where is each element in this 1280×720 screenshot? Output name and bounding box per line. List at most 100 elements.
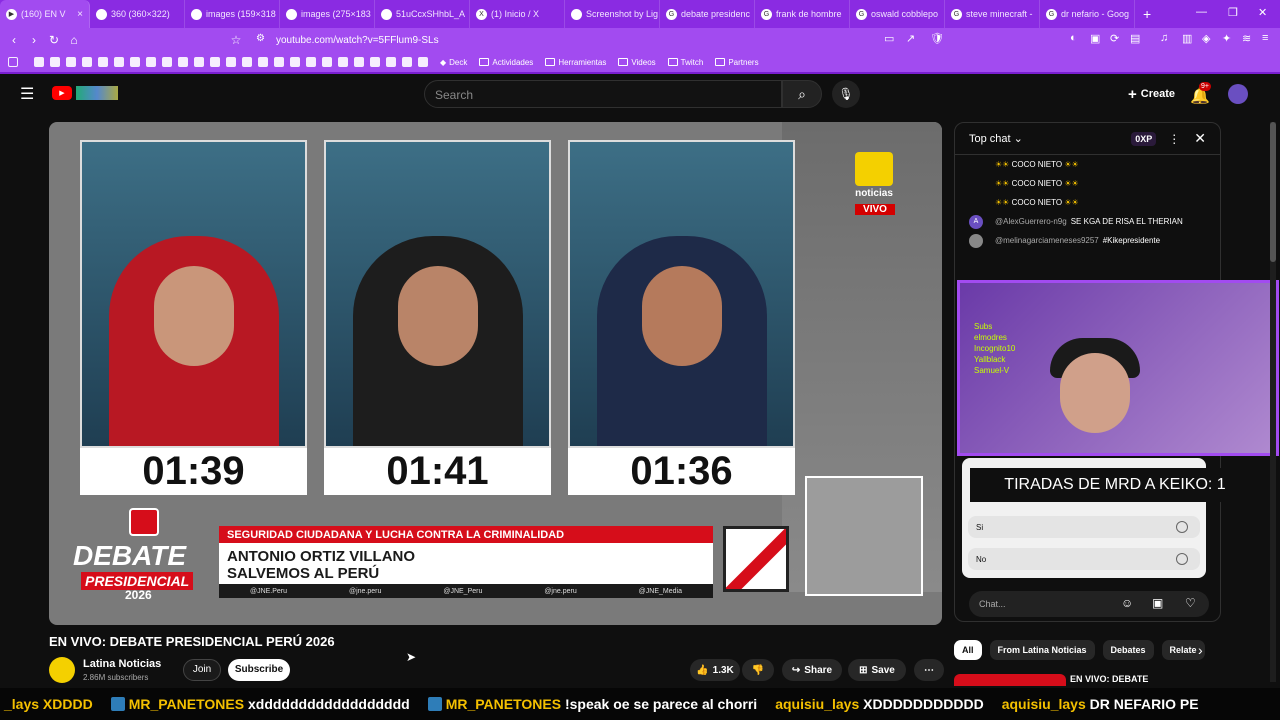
scrollbar-thumb[interactable] xyxy=(1270,122,1276,262)
chat-author[interactable]: @AlexGuerrero-n9g xyxy=(995,217,1067,226)
bookmark-icon[interactable] xyxy=(34,57,44,67)
browser-tab[interactable]: Gfrank de hombre xyxy=(755,0,850,28)
chat-mode-dropdown[interactable]: Top chat ⌄ xyxy=(969,132,1023,145)
extension-icon[interactable]: ≋ xyxy=(1242,32,1251,45)
bookmark-icon[interactable] xyxy=(242,57,252,67)
bookmark-icon[interactable] xyxy=(322,57,332,67)
create-button[interactable]: + Create xyxy=(1120,82,1183,106)
share-button[interactable]: ↪ Share xyxy=(782,659,842,681)
bookmark-icon[interactable] xyxy=(114,57,124,67)
close-window-icon[interactable]: ✕ xyxy=(1258,6,1267,19)
cast-icon[interactable]: ▭ xyxy=(884,32,894,45)
home-icon[interactable]: ⌂ xyxy=(64,33,84,47)
browser-tab[interactable]: 51uCcxSHhbL_A xyxy=(375,0,470,28)
browser-tab[interactable]: X (1) Inicio / X xyxy=(470,0,565,28)
site-info-icon[interactable]: ⚙ xyxy=(256,33,265,44)
bookmark-folder-twitch[interactable]: Twitch xyxy=(667,58,703,67)
bookmark-folder-actividades[interactable]: Actividades xyxy=(479,58,533,67)
bookmark-icon[interactable] xyxy=(354,57,364,67)
browser-tab[interactable]: 360 (360×322) xyxy=(90,0,185,28)
like-button[interactable]: 👍 1.3K xyxy=(690,659,740,681)
music-icon[interactable]: ♫ xyxy=(1160,32,1168,44)
tiktok-icon[interactable] xyxy=(50,57,60,67)
youtube-logo-icon[interactable]: ▶ xyxy=(52,86,72,100)
bookmark-icon[interactable] xyxy=(258,57,268,67)
instagram-icon[interactable] xyxy=(66,57,76,67)
youtube-icon[interactable] xyxy=(98,57,108,67)
save-button[interactable]: ⊞ Save xyxy=(848,659,906,681)
bookmark-deck[interactable]: ◆ Deck xyxy=(440,58,467,67)
chat-avatar[interactable]: A xyxy=(969,215,983,229)
extension-icon[interactable]: ▤ xyxy=(1130,32,1140,45)
chip-from-channel[interactable]: From Latina Noticias xyxy=(989,640,1095,660)
chip-all[interactable]: All xyxy=(954,640,982,660)
search-input[interactable]: Search xyxy=(424,80,782,108)
related-video-title[interactable]: EN VIVO: DEBATE xyxy=(1070,674,1148,684)
bookmark-icon[interactable] xyxy=(402,57,412,67)
close-icon[interactable]: ✕ xyxy=(1194,130,1206,147)
extension-icon[interactable]: ◈ xyxy=(1202,32,1210,45)
super-chat-icon[interactable]: ▣ xyxy=(1152,596,1163,610)
chat-input[interactable]: Chat... xyxy=(969,591,1209,617)
apps-icon[interactable] xyxy=(8,57,18,67)
more-options-icon[interactable]: ⋮ xyxy=(1168,132,1180,146)
facebook-icon[interactable] xyxy=(82,57,92,67)
chat-avatar[interactable] xyxy=(969,234,983,248)
minimize-icon[interactable]: — xyxy=(1196,6,1207,18)
bookmark-icon[interactable] xyxy=(178,57,188,67)
browser-tab[interactable]: ▶ (160) EN V × xyxy=(0,0,90,28)
bookmark-icon[interactable] xyxy=(274,57,284,67)
bookmark-icon[interactable] xyxy=(226,57,236,67)
chip-debates[interactable]: Debates xyxy=(1102,640,1154,660)
points-badge[interactable]: 0XP xyxy=(1131,131,1157,146)
search-button[interactable]: ⌕ xyxy=(782,80,822,108)
url-field[interactable]: ⚙ youtube.com/watch?v=5FFlum9-SLs xyxy=(250,30,970,50)
maximize-icon[interactable]: ❐ xyxy=(1228,6,1238,19)
bookmark-icon[interactable] xyxy=(386,57,396,67)
browser-tab[interactable]: Gdr nefario - Goog xyxy=(1040,0,1135,28)
bookmark-star-icon[interactable]: ☆ xyxy=(226,33,246,47)
bookmark-icon[interactable] xyxy=(370,57,380,67)
chevron-right-icon[interactable]: › xyxy=(1198,642,1203,658)
bookmark-icon[interactable] xyxy=(130,57,140,67)
bookmark-folder-videos[interactable]: Videos xyxy=(618,58,656,67)
hamburger-menu-icon[interactable]: ☰ xyxy=(20,84,34,104)
forward-icon[interactable]: › xyxy=(24,33,44,47)
channel-name[interactable]: Latina Noticias xyxy=(83,658,161,670)
kick-icon[interactable] xyxy=(194,57,204,67)
browser-tab[interactable]: Goswald cobblepo xyxy=(850,0,945,28)
video-player[interactable]: 01:39 01:41 01:36 noticias VIVO DEBATE P… xyxy=(49,122,942,625)
bookmark-folder-herramientas[interactable]: Herramientas xyxy=(545,58,606,67)
emoji-picker-icon[interactable]: ☺ xyxy=(1121,596,1133,610)
extension-icon[interactable]: ⟳ xyxy=(1110,32,1119,45)
more-actions-button[interactable]: ⋯ xyxy=(914,659,944,681)
close-tab-icon[interactable]: × xyxy=(77,9,83,20)
bookmark-icon[interactable] xyxy=(290,57,300,67)
extension-icon[interactable]: ◐ xyxy=(1070,32,1077,44)
browser-tab[interactable]: images (159×318 xyxy=(185,0,280,28)
new-tab-icon[interactable]: + xyxy=(1143,6,1151,22)
reload-icon[interactable]: ↻ xyxy=(44,33,64,47)
browser-tab[interactable]: images (275×183 xyxy=(280,0,375,28)
channel-avatar[interactable] xyxy=(49,657,75,683)
bookmark-icon[interactable] xyxy=(306,57,316,67)
bookmark-folder-partners[interactable]: Partners xyxy=(715,58,759,67)
heart-icon[interactable]: ♡ xyxy=(1185,596,1196,610)
subscribe-button[interactable]: Subscribe xyxy=(228,659,290,681)
browser-tab[interactable]: Gdebate presidenc xyxy=(660,0,755,28)
poll-option[interactable]: No xyxy=(968,548,1200,570)
extension-icon[interactable]: ▥ xyxy=(1182,32,1192,45)
browser-tab[interactable]: Gsteve minecraft - xyxy=(945,0,1040,28)
custom-logo-icon[interactable] xyxy=(76,86,118,100)
extension-icon[interactable]: ✦ xyxy=(1222,32,1231,45)
join-button[interactable]: Join xyxy=(183,659,221,681)
x-icon[interactable] xyxy=(162,57,172,67)
back-icon[interactable]: ‹ xyxy=(4,33,24,47)
menu-icon[interactable]: ≡ xyxy=(1262,32,1268,44)
brave-shield-icon[interactable]: 🛡 xyxy=(930,32,944,45)
browser-tab[interactable]: Screenshot by Lig xyxy=(565,0,660,28)
dislike-button[interactable]: 👎 xyxy=(742,659,774,681)
bookmark-icon[interactable] xyxy=(210,57,220,67)
extension-icon[interactable]: ▣ xyxy=(1090,32,1100,45)
bookmark-icon[interactable] xyxy=(338,57,348,67)
